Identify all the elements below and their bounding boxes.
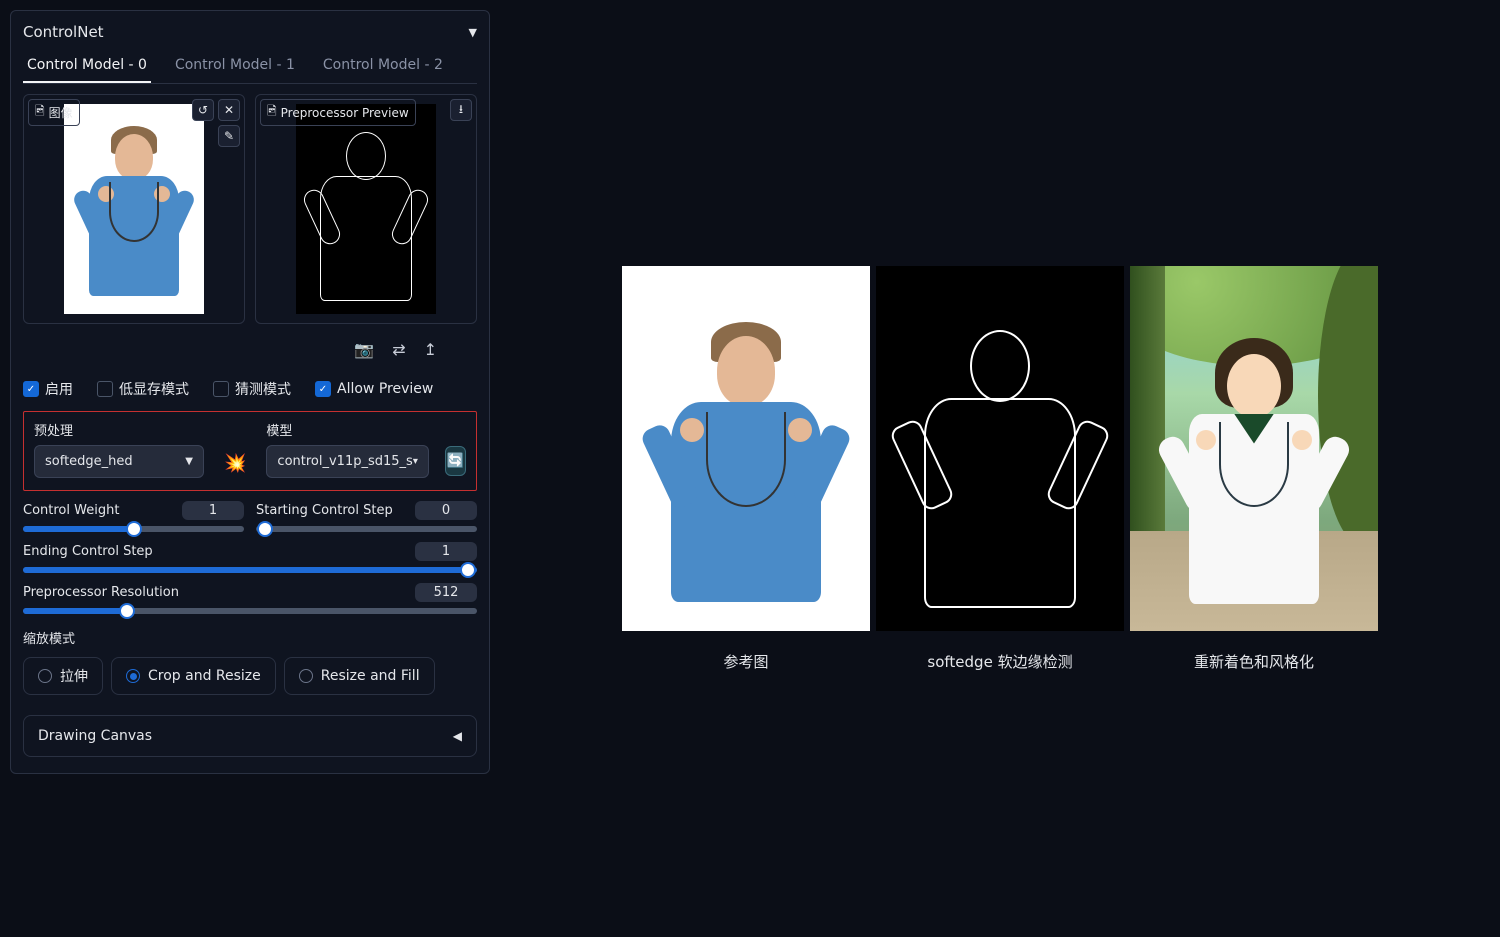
drawing-canvas-label: Drawing Canvas bbox=[38, 728, 152, 744]
reference-caption: 参考图 bbox=[622, 651, 870, 672]
refresh-models-button[interactable]: 🔄 bbox=[445, 446, 466, 476]
swap-icon[interactable]: ⇄ bbox=[392, 340, 405, 359]
tab-model-0[interactable]: Control Model - 0 bbox=[23, 49, 151, 83]
drawing-canvas-toggle[interactable]: Drawing Canvas ◀ bbox=[23, 715, 477, 757]
image-icon: 🖻 bbox=[267, 102, 277, 123]
controlnet-card: ControlNet ▼ Control Model - 0 Control M… bbox=[10, 10, 490, 774]
check-icon: ✓ bbox=[23, 381, 39, 397]
image-row: 🖻 图像 ↺ ✕ ✎ bbox=[23, 94, 477, 324]
preprocessor-select[interactable]: softedge_hed ▼ bbox=[34, 445, 204, 478]
anime-image bbox=[1130, 266, 1378, 631]
end-step-value[interactable]: 1 bbox=[415, 542, 477, 561]
enable-checkbox[interactable]: ✓ 启用 bbox=[23, 379, 73, 399]
anime-caption: 重新着色和风格化 bbox=[1130, 651, 1378, 672]
clear-icon[interactable]: ✕ bbox=[218, 99, 240, 121]
enable-label: 启用 bbox=[45, 379, 73, 399]
preprocessor-label: 预处理 bbox=[34, 420, 204, 439]
tab-bar: Control Model - 0 Control Model - 1 Cont… bbox=[23, 49, 477, 84]
allow-preview-label: Allow Preview bbox=[337, 381, 433, 397]
card-header[interactable]: ControlNet ▼ bbox=[23, 19, 477, 49]
preview-image-area bbox=[260, 99, 472, 319]
stretch-label: 拉伸 bbox=[60, 666, 88, 686]
end-step-slider[interactable] bbox=[23, 567, 477, 573]
end-step-row: Ending Control Step 1 bbox=[23, 542, 477, 573]
undo-icon[interactable]: ↺ bbox=[192, 99, 214, 121]
webcam-icon[interactable]: 📷 bbox=[354, 340, 374, 359]
input-image-box[interactable]: 🖻 图像 ↺ ✕ ✎ bbox=[23, 94, 245, 324]
preview-corner-icons: ⭳ bbox=[450, 99, 472, 121]
chevron-down-icon: ▼ bbox=[185, 456, 193, 467]
card-title: ControlNet bbox=[23, 23, 104, 41]
model-value: control_v11p_sd15_s bbox=[277, 454, 412, 469]
resize-crop-option[interactable]: Crop and Resize bbox=[111, 657, 276, 695]
model-label: 模型 bbox=[266, 420, 428, 439]
resolution-value[interactable]: 512 bbox=[415, 583, 477, 602]
fill-label: Resize and Fill bbox=[321, 668, 420, 684]
showcase-edge: softedge 软边缘检测 bbox=[876, 266, 1124, 672]
send-up-icon[interactable]: ↥ bbox=[424, 340, 437, 359]
showcase-area: 参考图 softedge 软边缘检测 bbox=[500, 0, 1500, 937]
image-label: 图像 bbox=[49, 104, 73, 121]
radio-icon bbox=[38, 669, 52, 683]
model-select[interactable]: control_v11p_sd15_s ▾ bbox=[266, 445, 428, 478]
image-label-chip: 🖻 图像 bbox=[28, 99, 80, 126]
checkbox-row: ✓ 启用 低显存模式 猜测模式 ✓ Allow Preview bbox=[23, 379, 477, 399]
chevron-down-icon: ▾ bbox=[413, 456, 418, 467]
collapse-icon[interactable]: ▼ bbox=[469, 26, 477, 39]
refresh-icon: 🔄 bbox=[447, 453, 464, 469]
radio-icon bbox=[299, 669, 313, 683]
start-step-slider[interactable] bbox=[256, 526, 477, 532]
control-weight-slider[interactable] bbox=[23, 526, 244, 532]
showcase-anime: 重新着色和风格化 bbox=[1130, 266, 1378, 672]
edit-icon[interactable]: ✎ bbox=[218, 125, 240, 147]
guess-checkbox[interactable]: 猜测模式 bbox=[213, 379, 291, 399]
preprocessor-model-box: 预处理 softedge_hed ▼ 💥 模型 control_v11p_sd1… bbox=[23, 411, 477, 491]
resize-mode-label: 缩放模式 bbox=[23, 628, 477, 647]
reference-image bbox=[622, 266, 870, 631]
preview-label-chip: 🖻 Preprocessor Preview bbox=[260, 99, 416, 126]
end-step-label: Ending Control Step bbox=[23, 544, 153, 559]
preview-label: Preprocessor Preview bbox=[281, 106, 409, 120]
run-preprocessor-icon[interactable]: 💥 bbox=[220, 453, 250, 478]
download-icon[interactable]: ⭳ bbox=[450, 99, 472, 121]
image-icon: 🖻 bbox=[35, 102, 45, 123]
preview-image-box[interactable]: 🖻 Preprocessor Preview ⭳ bbox=[255, 94, 477, 324]
lowvram-checkbox[interactable]: 低显存模式 bbox=[97, 379, 189, 399]
resolution-slider[interactable] bbox=[23, 608, 477, 614]
edge-caption: softedge 软边缘检测 bbox=[876, 651, 1124, 672]
check-icon: ✓ bbox=[315, 381, 331, 397]
start-step-label: Starting Control Step bbox=[256, 503, 393, 518]
reference-thumbnail bbox=[64, 104, 204, 314]
resize-radio-row: 拉伸 Crop and Resize Resize and Fill bbox=[23, 657, 477, 695]
image-corner-icons: ↺ ✕ ✎ bbox=[192, 99, 240, 147]
tab-model-1[interactable]: Control Model - 1 bbox=[171, 49, 299, 83]
edge-thumbnail bbox=[296, 104, 436, 314]
check-icon bbox=[213, 381, 229, 397]
control-weight-label: Control Weight bbox=[23, 503, 119, 518]
check-icon bbox=[97, 381, 113, 397]
guess-label: 猜测模式 bbox=[235, 379, 291, 399]
preprocessor-value: softedge_hed bbox=[45, 454, 133, 469]
allow-preview-checkbox[interactable]: ✓ Allow Preview bbox=[315, 381, 433, 397]
lowvram-label: 低显存模式 bbox=[119, 379, 189, 399]
edge-image bbox=[876, 266, 1124, 631]
expand-left-icon: ◀ bbox=[453, 729, 462, 743]
util-icons: 📷 ⇄ ↥ bbox=[23, 334, 477, 371]
control-weight-value[interactable]: 1 bbox=[182, 501, 244, 520]
start-step-value[interactable]: 0 bbox=[415, 501, 477, 520]
resolution-row: Preprocessor Resolution 512 bbox=[23, 583, 477, 614]
resize-fill-option[interactable]: Resize and Fill bbox=[284, 657, 435, 695]
weight-start-row: Control Weight 1 Starting Control Step 0 bbox=[23, 501, 477, 532]
resize-stretch-option[interactable]: 拉伸 bbox=[23, 657, 103, 695]
crop-label: Crop and Resize bbox=[148, 668, 261, 684]
resolution-label: Preprocessor Resolution bbox=[23, 585, 179, 600]
radio-icon bbox=[126, 669, 140, 683]
showcase-reference: 参考图 bbox=[622, 266, 870, 672]
tab-model-2[interactable]: Control Model - 2 bbox=[319, 49, 447, 83]
controlnet-panel: ControlNet ▼ Control Model - 0 Control M… bbox=[0, 0, 500, 937]
